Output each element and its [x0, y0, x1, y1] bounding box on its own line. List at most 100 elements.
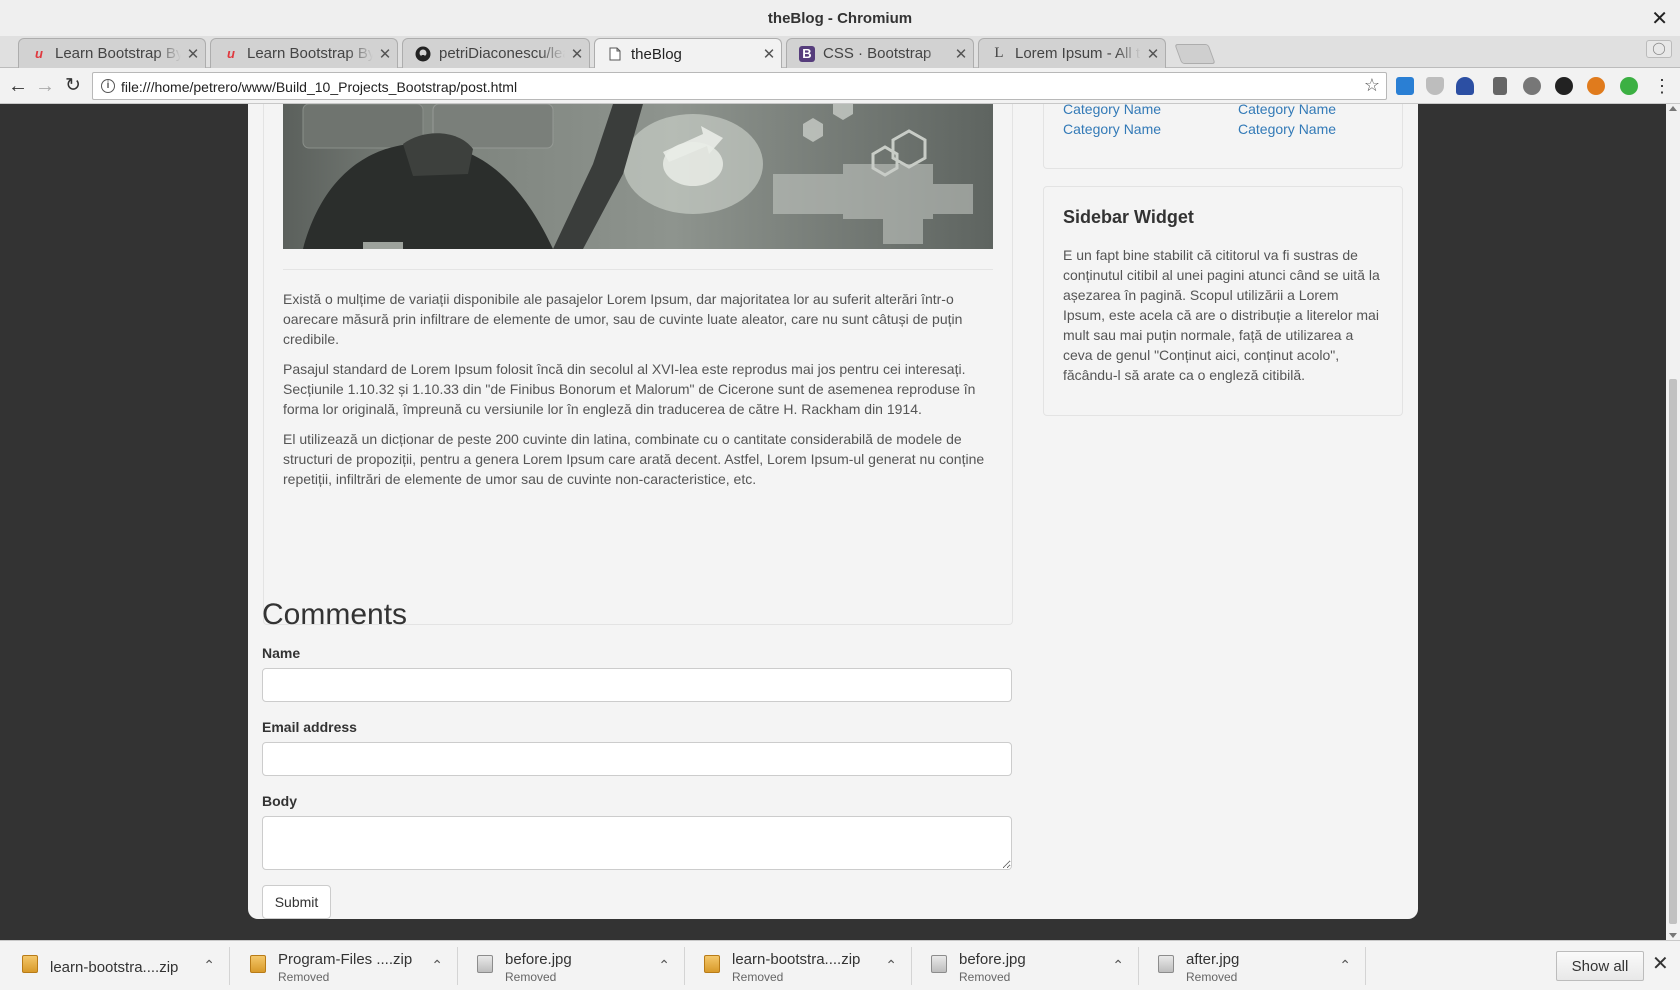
download-status: Removed: [505, 970, 557, 984]
tab-strip: u Learn Bootstrap By ✕ u Learn Bootstrap…: [0, 36, 1680, 69]
close-icon[interactable]: ✕: [1652, 951, 1669, 976]
name-input[interactable]: [262, 668, 1012, 702]
github-icon: [415, 46, 431, 62]
lipsum-icon: L: [994, 45, 1004, 61]
udemy-icon: u: [227, 46, 235, 61]
sidebar-widget-text: E un fapt bine stabilit că cititorul va …: [1063, 247, 1380, 383]
download-shelf: learn-bootstra....zip ⌃ Program-Files ..…: [0, 940, 1680, 990]
category-link[interactable]: Category Name: [1063, 104, 1161, 117]
extension-rocket-icon[interactable]: [1555, 77, 1573, 95]
back-arrow-icon[interactable]: ←: [6, 74, 30, 98]
page-container: Există o mulțime de variații disponibile…: [248, 104, 1418, 919]
post-body: Există o mulțime de variații disponibile…: [283, 289, 993, 499]
scroll-up-icon[interactable]: [1669, 106, 1677, 111]
sidebar-widget: Sidebar Widget E un fapt bine stabilit c…: [1043, 186, 1403, 416]
new-tab-button[interactable]: [1174, 44, 1216, 64]
info-icon[interactable]: i: [101, 79, 115, 93]
tab-close-icon[interactable]: ✕: [949, 45, 973, 63]
category-link[interactable]: Category Name: [1238, 121, 1336, 137]
download-item[interactable]: learn-bootstra....zip Removed ⌃: [694, 947, 912, 985]
tab-github[interactable]: petriDiaconescu/lea ✕: [402, 38, 590, 68]
submit-button[interactable]: Submit: [262, 885, 331, 919]
tab-learn-bootstrap-2[interactable]: u Learn Bootstrap By ✕: [210, 38, 398, 68]
post-paragraph: El utilizează un dicționar de peste 200 …: [283, 431, 985, 487]
category-link[interactable]: Category Name: [1063, 121, 1161, 137]
window-titlebar: theBlog - Chromium ✕: [0, 0, 1680, 36]
body-textarea[interactable]: [262, 816, 1012, 870]
menu-icon[interactable]: ⋮: [1650, 74, 1674, 98]
profile-icon[interactable]: ◯: [1646, 40, 1672, 58]
tab-close-icon[interactable]: ✕: [1141, 45, 1165, 63]
comments-title: Comments: [262, 598, 408, 631]
download-item[interactable]: before.jpg Removed ⌃: [467, 947, 685, 985]
tab-css-bootstrap[interactable]: B CSS · Bootstrap ✕: [786, 38, 974, 68]
udemy-icon: u: [35, 46, 43, 61]
download-status: Removed: [732, 970, 784, 984]
reload-icon[interactable]: ↻: [61, 74, 85, 98]
extension-butterfly-icon[interactable]: [1396, 77, 1414, 95]
scroll-down-icon[interactable]: [1669, 933, 1677, 938]
scrollbar-thumb[interactable]: [1669, 379, 1677, 924]
download-name: before.jpg: [505, 951, 572, 968]
image-file-icon: [1158, 955, 1174, 973]
email-label: Email address: [262, 719, 357, 735]
bookmark-star-icon[interactable]: ☆: [1364, 75, 1380, 96]
download-status: Removed: [278, 970, 330, 984]
download-name: before.jpg: [959, 951, 1026, 968]
tab-learn-bootstrap-1[interactable]: u Learn Bootstrap By ✕: [18, 38, 206, 68]
image-file-icon: [477, 955, 493, 973]
tab-title: theBlog: [631, 45, 682, 63]
extension-horse-icon[interactable]: [1456, 77, 1474, 95]
extension-fox-icon[interactable]: [1587, 77, 1605, 95]
address-bar[interactable]: i file:///home/petrero/www/Build_10_Proj…: [92, 72, 1387, 100]
window-title: theBlog - Chromium: [767, 10, 913, 27]
bootstrap-icon: B: [799, 45, 815, 62]
tab-theblog[interactable]: theBlog ✕: [594, 38, 782, 69]
post-paragraph: Există o mulțime de variații disponibile…: [283, 291, 963, 347]
window-close-icon[interactable]: ✕: [1651, 6, 1668, 31]
forward-arrow-icon[interactable]: →: [33, 74, 57, 98]
download-name: learn-bootstra....zip: [732, 951, 861, 968]
sidebar-widget-title: Sidebar Widget: [1063, 207, 1194, 227]
extension-shield-icon[interactable]: [1426, 77, 1444, 95]
tab-close-icon[interactable]: ✕: [373, 45, 397, 63]
tab-lorem-ipsum[interactable]: L Lorem Ipsum - All th ✕: [978, 38, 1166, 68]
download-item[interactable]: after.jpg Removed ⌃: [1148, 947, 1366, 985]
name-label: Name: [262, 645, 301, 661]
tab-title: petriDiaconescu/lea: [439, 45, 565, 62]
download-status: Removed: [1186, 970, 1238, 984]
download-name: Program-Files ....zip: [278, 951, 413, 968]
chevron-up-icon[interactable]: ⌃: [1112, 957, 1124, 974]
category-link[interactable]: Category Name: [1238, 104, 1336, 117]
address-url: file:///home/petrero/www/Build_10_Projec…: [121, 79, 518, 95]
chevron-up-icon[interactable]: ⌃: [431, 957, 443, 974]
download-item[interactable]: before.jpg Removed ⌃: [921, 947, 1139, 985]
post-image: [283, 104, 993, 249]
show-all-button[interactable]: Show all: [1556, 951, 1644, 981]
download-item[interactable]: Program-Files ....zip Removed ⌃: [240, 947, 458, 985]
tab-title: Lorem Ipsum - All th: [1015, 45, 1141, 62]
email-input[interactable]: [262, 742, 1012, 776]
chevron-up-icon[interactable]: ⌃: [885, 957, 897, 974]
chevron-up-icon[interactable]: ⌃: [203, 957, 215, 974]
extension-download-icon[interactable]: [1493, 77, 1507, 95]
tab-close-icon[interactable]: ✕: [565, 45, 589, 63]
page-scrollbar[interactable]: [1666, 104, 1680, 940]
tab-title: Learn Bootstrap By: [247, 45, 373, 62]
chevron-up-icon[interactable]: ⌃: [1339, 957, 1351, 974]
extension-green-icon[interactable]: [1620, 77, 1638, 95]
zip-file-icon: [250, 955, 266, 973]
body-label: Body: [262, 793, 297, 809]
image-file-icon: [931, 955, 947, 973]
download-item[interactable]: learn-bootstra....zip ⌃: [12, 947, 230, 985]
tab-close-icon[interactable]: ✕: [181, 45, 205, 63]
post-paragraph: Pasajul standard de Lorem Ipsum folosit …: [283, 361, 976, 417]
extension-recycle-icon[interactable]: [1523, 77, 1541, 95]
categories-widget: Category Name Category Name Category Nam…: [1043, 104, 1403, 169]
chevron-up-icon[interactable]: ⌃: [658, 957, 670, 974]
download-name: after.jpg: [1186, 951, 1240, 968]
tab-close-icon[interactable]: ✕: [757, 45, 781, 63]
zip-file-icon: [22, 955, 38, 973]
download-status: Removed: [959, 970, 1011, 984]
page-viewport: Există o mulțime de variații disponibile…: [0, 104, 1680, 940]
